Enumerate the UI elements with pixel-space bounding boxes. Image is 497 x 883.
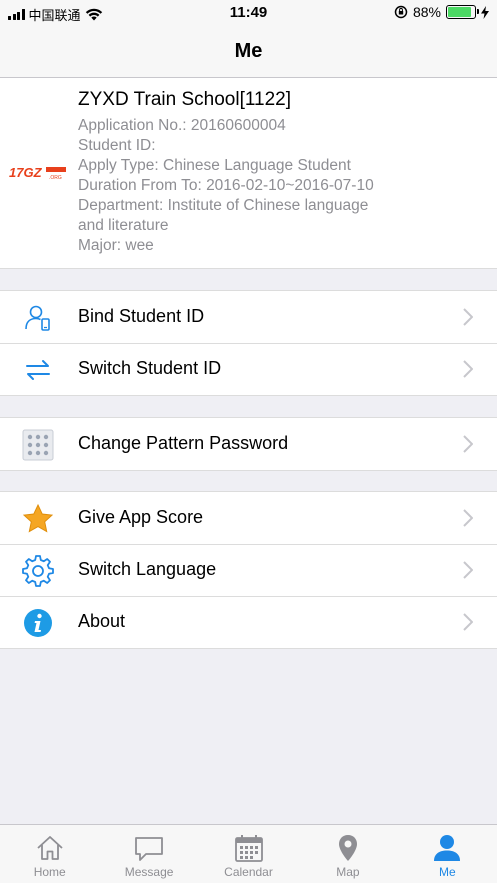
battery-icon (446, 5, 479, 19)
give-app-score-label: Give App Score (78, 507, 204, 527)
bind-student-id-row[interactable]: Bind Student ID (0, 291, 497, 343)
chevron-right-icon (463, 360, 473, 378)
about-label: About (78, 611, 126, 631)
bind-user-icon (25, 305, 50, 331)
tab-map[interactable]: Map (298, 825, 397, 883)
status-bar: 中国联通 11:49 88% (0, 0, 497, 26)
chevron-right-icon (463, 561, 473, 579)
chevron-right-icon (463, 613, 473, 631)
message-icon (135, 837, 164, 861)
change-pattern-password-label: Change Pattern Password (78, 433, 289, 453)
svg-text:.ORG: .ORG (49, 175, 62, 181)
tab-calendar-label: Calendar (224, 865, 273, 879)
pattern-grid-icon (22, 429, 54, 461)
switch-language-label: Switch Language (78, 559, 217, 579)
apply-type: Apply Type: Chinese Language Student (78, 157, 351, 174)
give-app-score-row[interactable]: Give App Score (0, 492, 497, 544)
tab-home[interactable]: Home (0, 825, 99, 883)
school-name: ZYXD Train School[1122] (78, 89, 291, 110)
student-id: Student ID: (78, 137, 156, 154)
chevron-right-icon (463, 435, 473, 453)
navigation-bar: Me (0, 26, 497, 78)
star-icon (22, 503, 54, 533)
swap-arrows-icon (26, 360, 50, 380)
tab-message-label: Message (124, 865, 174, 879)
change-pattern-password-row[interactable]: Change Pattern Password (0, 418, 497, 470)
tab-bar: Home Message Calendar Map Me (0, 824, 497, 883)
svg-text:17GZ: 17GZ (9, 165, 43, 180)
student-id-group: Bind Student ID Switch Student ID (0, 290, 497, 396)
chevron-right-icon (463, 509, 473, 527)
tab-home-label: Home (33, 865, 66, 879)
calendar-icon (234, 835, 263, 862)
switch-student-id-label: Switch Student ID (78, 358, 222, 378)
tab-me-label: Me (438, 865, 456, 879)
bind-student-id-label: Bind Student ID (78, 306, 205, 326)
tab-me[interactable]: Me (398, 825, 497, 883)
status-right: 88% (394, 4, 489, 20)
page-title: Me (234, 40, 263, 62)
application-number: Application No.: 20160600004 (78, 117, 286, 134)
chevron-right-icon (463, 308, 473, 326)
duration: Duration From To: 2016-02-10~2016-07-10 (78, 177, 374, 194)
department: Department: Institute of Chinese languag… (78, 197, 369, 214)
switch-student-id-row[interactable]: Switch Student ID (0, 343, 497, 395)
battery-fill (448, 7, 471, 17)
tab-calendar[interactable]: Calendar (199, 825, 298, 883)
info-icon (24, 609, 52, 637)
home-icon (37, 836, 63, 860)
department-continued: and literature (78, 217, 169, 234)
orientation-lock-icon (394, 5, 408, 19)
charging-icon (481, 5, 489, 19)
major: Major: wee (78, 237, 154, 254)
app-group: Give App Score Switch Language About (0, 491, 497, 649)
security-group: Change Pattern Password (0, 417, 497, 471)
user-icon (434, 835, 461, 861)
tab-message[interactable]: Message (99, 825, 198, 883)
map-pin-icon (338, 835, 357, 861)
battery-percent: 88% (412, 4, 441, 20)
tab-map-label: Map (336, 865, 360, 879)
school-logo: 17GZ .ORG (9, 165, 66, 181)
gear-icon (22, 555, 54, 587)
about-row[interactable]: About (0, 596, 497, 648)
switch-language-row[interactable]: Switch Language (0, 544, 497, 596)
